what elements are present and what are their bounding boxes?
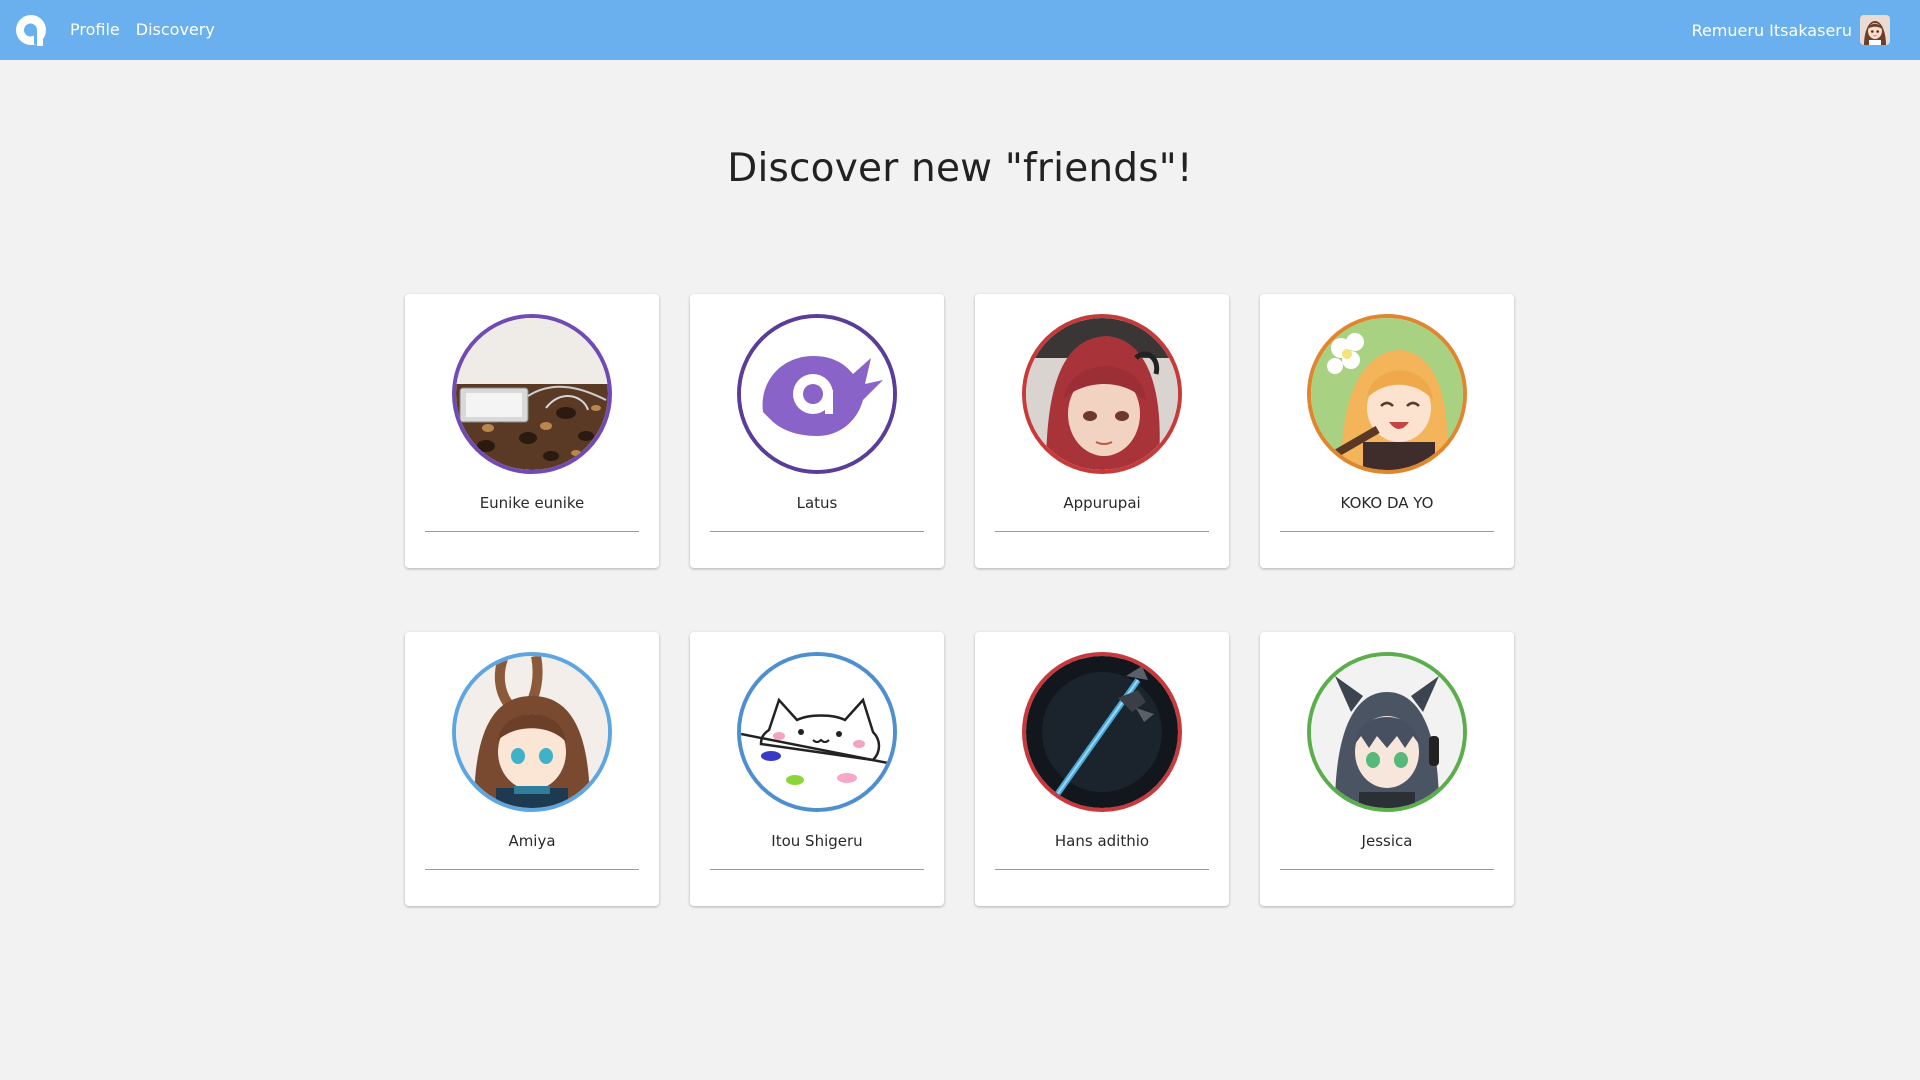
friend-card[interactable]: Jessica — [1260, 632, 1514, 906]
current-user-avatar[interactable] — [1860, 15, 1890, 45]
friend-name: Amiya — [508, 832, 556, 850]
friend-card[interactable]: Appurupai — [975, 294, 1229, 568]
friend-name: Hans adithio — [1054, 832, 1150, 850]
friend-avatar-appurupai — [1022, 314, 1182, 474]
top-navigation-bar: Profile Discovery Remueru Itsakaseru — [0, 0, 1920, 60]
friend-card[interactable]: Eunike eunike — [405, 294, 659, 568]
friend-avatar-hans — [1022, 652, 1182, 812]
friend-name: Itou Shigeru — [771, 832, 863, 850]
friend-avatar-itou — [737, 652, 897, 812]
friend-name: Eunike eunike — [479, 494, 585, 512]
current-user-name[interactable]: Remueru Itsakaseru — [1692, 21, 1852, 40]
nav-link-profile[interactable]: Profile — [70, 20, 120, 40]
friend-name: Appurupai — [1063, 494, 1141, 512]
friend-avatar-latus — [737, 314, 897, 474]
divider — [425, 869, 639, 870]
friend-card[interactable]: Hans adithio — [975, 632, 1229, 906]
divider — [995, 869, 1209, 870]
divider — [710, 531, 924, 532]
friend-avatar-jessica — [1307, 652, 1467, 812]
friend-card[interactable]: Itou Shigeru — [690, 632, 944, 906]
divider — [1280, 869, 1494, 870]
divider — [1280, 531, 1494, 532]
friend-card[interactable]: Amiya — [405, 632, 659, 906]
friend-avatar-eunike — [452, 314, 612, 474]
nav-link-discovery[interactable]: Discovery — [136, 20, 215, 40]
page-title: Discover new "friends"! — [727, 146, 1193, 191]
friend-name: Latus — [796, 494, 838, 512]
divider — [425, 531, 639, 532]
friend-card[interactable]: KOKO DA YO — [1260, 294, 1514, 568]
friend-name: Jessica — [1361, 832, 1413, 850]
app-logo-icon[interactable] — [14, 13, 48, 47]
friend-avatar-amiya — [452, 652, 612, 812]
divider — [710, 869, 924, 870]
friend-card[interactable]: Latus — [690, 294, 944, 568]
divider — [995, 531, 1209, 532]
friend-name: KOKO DA YO — [1340, 494, 1434, 512]
friend-avatar-koko — [1307, 314, 1467, 474]
